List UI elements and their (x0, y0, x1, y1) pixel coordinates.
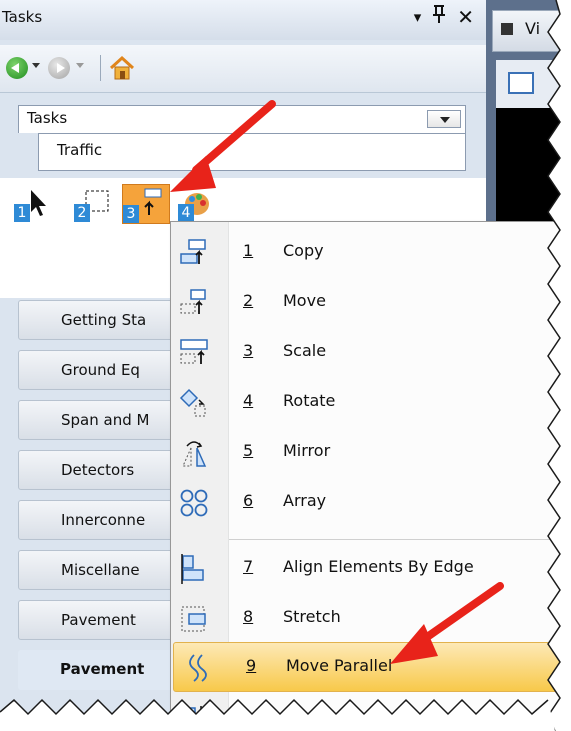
category-label: Span and M (61, 411, 150, 429)
tool-dashed-select[interactable]: 2 (74, 188, 110, 222)
toolbar-divider (100, 55, 101, 81)
category-label: Innerconne (61, 511, 146, 529)
document-tab[interactable]: Vi (492, 10, 571, 52)
menu-item-key: 7 (243, 557, 254, 576)
menu-item-key: 8 (243, 607, 254, 626)
tool-number: 4 (178, 204, 194, 222)
tool-number: 1 (14, 204, 30, 222)
move-icon (180, 289, 206, 314)
menu-item-key: 6 (243, 491, 254, 510)
forward-history-dropdown-icon[interactable] (76, 63, 84, 68)
tool-number: 2 (74, 204, 90, 222)
menu-item-scale[interactable]: 3 Scale (171, 328, 571, 378)
tasks-titlebar: Tasks ▾ ✕ (0, 0, 486, 40)
menu-item-label: Move to Contact (283, 707, 415, 726)
pin-icon[interactable] (431, 4, 447, 30)
stretch-icon (181, 606, 206, 632)
pane-title: Tasks (2, 8, 43, 26)
screenshot-canvas: Tasks ▾ ✕ Tasks Traffic 1 2 3 4 Getting … (0, 0, 571, 731)
menu-item-label: Stretch (283, 607, 341, 626)
menu-item-label: Copy (283, 241, 324, 260)
task-group-traffic[interactable]: Traffic (38, 133, 466, 171)
mirror-icon (182, 441, 207, 467)
category-label: Getting Sta (61, 311, 147, 329)
title-buttons: ▾ ✕ (414, 4, 474, 30)
select-arrow-icon (31, 190, 46, 216)
tasks-dropdown[interactable]: Tasks (18, 105, 466, 133)
menu-item-move-parallel[interactable]: 9 Move Parallel (173, 642, 571, 692)
tool-palette[interactable]: 4 (178, 188, 214, 222)
category-label: Pavement (60, 660, 145, 678)
view-toolbar (496, 60, 571, 108)
menu-item-key: 3 (243, 341, 254, 360)
document-tab-label: Vi (525, 19, 541, 38)
align-icon (181, 554, 204, 584)
tool-select[interactable]: 1 (14, 188, 50, 222)
menu-item-mirror[interactable]: 5 Mirror (171, 428, 571, 478)
back-history-dropdown-icon[interactable] (32, 63, 40, 68)
menu-item-key: 2 (243, 291, 254, 310)
menu-item-key: 4 (243, 391, 254, 410)
menu-separator (229, 539, 571, 540)
menu-item-align-elements-by-edge[interactable]: 7 Align Elements By Edge (171, 544, 571, 594)
navigation-toolbar (0, 45, 486, 93)
view-icon (501, 23, 513, 35)
menu-item-key: 9 (246, 656, 257, 675)
menu-item-label: Mirror (283, 441, 331, 460)
menu-item-array[interactable]: 6 Array (171, 478, 571, 528)
pane-menu-dropdown-icon[interactable]: ▾ (414, 4, 422, 30)
menu-item-key: 1 (243, 241, 254, 260)
menu-item-rotate[interactable]: 4 Rotate (171, 378, 571, 428)
chevron-down-icon[interactable] (427, 110, 461, 128)
view-attributes-icon[interactable] (508, 72, 534, 94)
category-label: Pavement (61, 611, 136, 629)
scale-icon (180, 339, 208, 364)
category-label: Miscellane (61, 561, 140, 579)
move-to-contact-icon (182, 706, 202, 731)
menu-item-label: Scale (283, 341, 327, 360)
menu-item-move[interactable]: 2 Move (171, 278, 571, 328)
close-icon[interactable]: ✕ (457, 4, 474, 30)
copy-move-icon (144, 188, 162, 215)
task-group-label: Traffic (57, 141, 103, 159)
menu-item-copy[interactable]: 1 Copy (171, 228, 571, 278)
menu-item-label: Move (283, 291, 326, 310)
category-label: Detectors (61, 461, 135, 479)
tool-number: 3 (123, 205, 139, 223)
menu-item-label: Rotate (283, 391, 336, 410)
home-icon[interactable] (108, 55, 136, 81)
copy-icon (180, 239, 206, 264)
back-icon[interactable] (6, 57, 28, 79)
menu-item-label: Array (283, 491, 327, 510)
manipulate-context-menu: 1 Copy 2 Move 3 Scale 4 Rotate 5 Mirror … (170, 221, 571, 731)
forward-icon[interactable] (48, 57, 70, 79)
tool-manipulate-selected[interactable]: 3 (122, 184, 170, 224)
array-icon (180, 489, 208, 517)
menu-item-label: Move Parallel (286, 656, 393, 675)
menu-item-label: Align Elements By Edge (283, 557, 474, 576)
menu-item-stretch[interactable]: 8 Stretch (171, 594, 571, 644)
rotate-icon (179, 388, 206, 417)
category-label: Ground Eq (61, 361, 140, 379)
move-parallel-icon (189, 654, 207, 682)
menu-item-key: 5 (243, 441, 254, 460)
tasks-dropdown-value: Tasks (27, 109, 68, 127)
menu-item-move-to-contact[interactable]: Move to Contact (171, 694, 571, 731)
